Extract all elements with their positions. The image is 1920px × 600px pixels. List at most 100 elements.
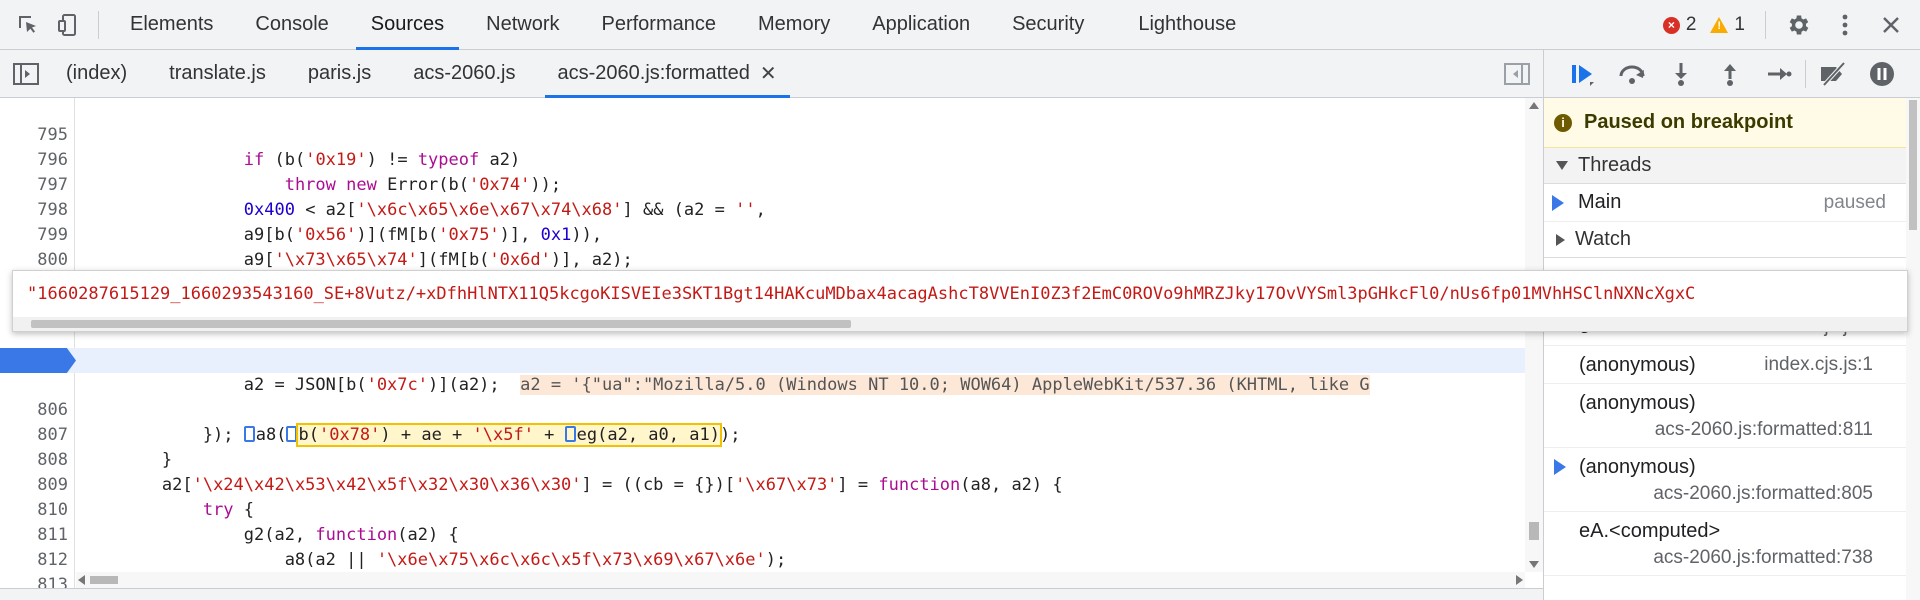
watch-label: Watch bbox=[1575, 228, 1631, 250]
deactivate-breakpoints-icon[interactable] bbox=[1808, 50, 1857, 98]
toolbar-divider bbox=[98, 10, 99, 39]
tab-performance[interactable]: Performance bbox=[581, 0, 738, 50]
code-line[interactable]: 797 0x400 < a2['\x6c\x65\x6e\x67\x74\x68… bbox=[0, 148, 1525, 220]
call-frame-current[interactable]: (anonymous) acs-2060.js:formatted:805 bbox=[1544, 448, 1907, 512]
scroll-left-icon[interactable] bbox=[78, 575, 85, 585]
warning-count: 1 bbox=[1734, 14, 1745, 35]
close-devtools-icon[interactable] bbox=[1868, 0, 1914, 50]
code-line[interactable]: 798 a9[b('0x56')](fM[b('0x75')], 0x1)), bbox=[0, 173, 1525, 245]
paused-message: Paused on breakpoint bbox=[1584, 111, 1793, 133]
code-line[interactable]: 808 a2['\x24\x42\x53\x42\x5f\x32\x30\x36… bbox=[0, 423, 1525, 495]
tab-network[interactable]: Network bbox=[465, 0, 580, 50]
inspect-element-icon[interactable] bbox=[8, 0, 48, 50]
file-tab-paris[interactable]: paris.js bbox=[287, 50, 392, 98]
scroll-up-icon[interactable] bbox=[1529, 102, 1539, 109]
code-line[interactable]: 796 throw new Error(b('0x74')); bbox=[0, 123, 1525, 195]
paused-banner: i Paused on breakpoint bbox=[1544, 98, 1920, 148]
editor-horizontal-scrollbar[interactable] bbox=[76, 572, 1525, 588]
editor-horizontal-thumb[interactable] bbox=[90, 576, 118, 584]
more-vertical-icon[interactable] bbox=[1822, 0, 1868, 50]
tab-lighthouse[interactable]: Lighthouse bbox=[1117, 0, 1257, 50]
threads-section-header[interactable]: Threads bbox=[1544, 148, 1920, 184]
current-thread-arrow-icon bbox=[1552, 194, 1564, 211]
popover-scrollbar[interactable] bbox=[13, 317, 1907, 331]
sidebar-scrollbar[interactable] bbox=[1906, 98, 1920, 600]
editor-vertical-thumb[interactable] bbox=[1529, 522, 1539, 540]
thread-status: paused bbox=[1823, 191, 1886, 213]
code-line[interactable]: 810 g2(a2, function(a2) { bbox=[0, 473, 1525, 545]
expanded-triangle-icon bbox=[1556, 161, 1568, 170]
current-execution-line[interactable]: 805 a8(b('0x78') + ae + '\x5f' + eg(a2, … bbox=[0, 348, 1525, 447]
frame-location[interactable]: index.cjs.js:1 bbox=[1764, 354, 1873, 376]
file-tab-acs-2060[interactable]: acs-2060.js bbox=[392, 50, 536, 98]
tab-application[interactable]: Application bbox=[851, 0, 991, 50]
popover-value: "1660287615129_1660293543160_SE+8Vutz/+x… bbox=[27, 284, 1696, 304]
error-count: 2 bbox=[1685, 14, 1697, 35]
threads-label: Threads bbox=[1578, 154, 1652, 176]
pause-on-exceptions-icon[interactable] bbox=[1857, 50, 1906, 98]
frame-function: (anonymous) bbox=[1579, 392, 1696, 414]
frame-location[interactable]: acs-2060.js:formatted:738 bbox=[1653, 547, 1873, 569]
code-line[interactable]: 813 } catch (a2) { bbox=[0, 548, 1525, 588]
code-line[interactable]: 811 a8(a2 || '\x6e\x75\x6c\x6c\x5f\x73\x… bbox=[0, 498, 1525, 570]
tab-elements[interactable]: Elements bbox=[109, 0, 234, 50]
toggle-navigator-icon[interactable] bbox=[0, 50, 52, 98]
editor-tabs-bar: (index) translate.js paris.js acs-2060.j… bbox=[0, 50, 1543, 98]
breakpoint-marker[interactable] bbox=[0, 348, 76, 373]
scroll-right-icon[interactable] bbox=[1516, 575, 1523, 585]
toolbar-divider bbox=[1805, 59, 1806, 88]
error-icon: × bbox=[1662, 16, 1680, 34]
file-tab-translate[interactable]: translate.js bbox=[148, 50, 287, 98]
call-stack-list: o index.cjs.js:1 (anonymous) index.cjs.j… bbox=[1544, 308, 1907, 576]
file-tab-label: acs-2060.js:formatted bbox=[557, 62, 750, 84]
popover-scroll-thumb[interactable] bbox=[31, 320, 851, 328]
resume-icon[interactable] bbox=[1558, 50, 1607, 98]
code-line[interactable]: 800 } bbox=[0, 223, 1525, 295]
issues-counter[interactable]: × 2 ! 1 bbox=[1662, 14, 1745, 36]
watch-section-header[interactable]: Watch bbox=[1544, 222, 1920, 258]
tab-memory[interactable]: Memory bbox=[737, 0, 851, 50]
editor-status-strip bbox=[0, 588, 1543, 600]
frame-location[interactable]: acs-2060.js:formatted:805 bbox=[1653, 483, 1873, 505]
editor-vertical-scrollbar[interactable] bbox=[1525, 98, 1543, 572]
call-frame[interactable]: (anonymous) index.cjs.js:1 bbox=[1544, 346, 1907, 384]
code-line[interactable]: 807 } bbox=[0, 398, 1525, 470]
code-line[interactable]: 809 try { bbox=[0, 448, 1525, 520]
code-line[interactable]: 795 if (b('0x19') != typeof a2) bbox=[0, 98, 1525, 170]
step-out-icon[interactable] bbox=[1705, 50, 1754, 98]
scroll-down-icon[interactable] bbox=[1529, 561, 1539, 568]
settings-gear-icon[interactable] bbox=[1776, 0, 1822, 50]
code-line[interactable]: 812 }); bbox=[0, 523, 1525, 588]
file-tab-index[interactable]: (index) bbox=[52, 50, 148, 98]
frame-location[interactable]: acs-2060.js:formatted:811 bbox=[1655, 419, 1873, 441]
current-frame-arrow-icon bbox=[1554, 459, 1566, 475]
toolbar-divider bbox=[1765, 11, 1766, 39]
sidebar-scroll-thumb[interactable] bbox=[1909, 100, 1917, 230]
tab-sources[interactable]: Sources bbox=[350, 0, 465, 50]
step-icon[interactable] bbox=[1754, 50, 1803, 98]
tab-security[interactable]: Security bbox=[991, 0, 1105, 50]
toggle-debugger-icon[interactable] bbox=[1497, 50, 1537, 98]
tab-console[interactable]: Console bbox=[234, 0, 349, 50]
devtools-toolbar: Elements Console Sources Network Perform… bbox=[0, 0, 1920, 50]
info-icon: i bbox=[1554, 113, 1572, 132]
device-toggle-icon[interactable] bbox=[48, 0, 88, 50]
step-over-icon[interactable] bbox=[1607, 50, 1656, 98]
step-into-icon[interactable] bbox=[1656, 50, 1705, 98]
warning-icon: ! bbox=[1710, 17, 1729, 33]
thread-name: Main bbox=[1578, 191, 1622, 213]
collapsed-triangle-icon bbox=[1556, 233, 1565, 246]
debugger-toolbar bbox=[1544, 50, 1920, 98]
thread-main[interactable]: Main paused bbox=[1544, 184, 1920, 222]
close-tab-icon[interactable]: ✕ bbox=[760, 61, 777, 86]
frame-function: (anonymous) bbox=[1579, 456, 1696, 478]
frame-function: eA.<computed> bbox=[1579, 520, 1721, 542]
code-line[interactable]: 806 }); bbox=[0, 373, 1525, 445]
frame-function: (anonymous) bbox=[1579, 354, 1696, 376]
file-tab-acs-2060-formatted[interactable]: acs-2060.js:formatted ✕ bbox=[537, 50, 798, 98]
code-editor[interactable]: 795 if (b('0x19') != typeof a2) 796 thro… bbox=[0, 98, 1543, 588]
code-line[interactable]: 799 a9['\x73\x65\x74'](fM[b('0x6d')], a2… bbox=[0, 198, 1525, 270]
value-popover[interactable]: "1660287615129_1660293543160_SE+8Vutz/+x… bbox=[12, 270, 1908, 332]
call-frame[interactable]: eA.<computed> acs-2060.js:formatted:738 bbox=[1544, 512, 1907, 576]
call-frame[interactable]: (anonymous) acs-2060.js:formatted:811 bbox=[1544, 384, 1907, 448]
